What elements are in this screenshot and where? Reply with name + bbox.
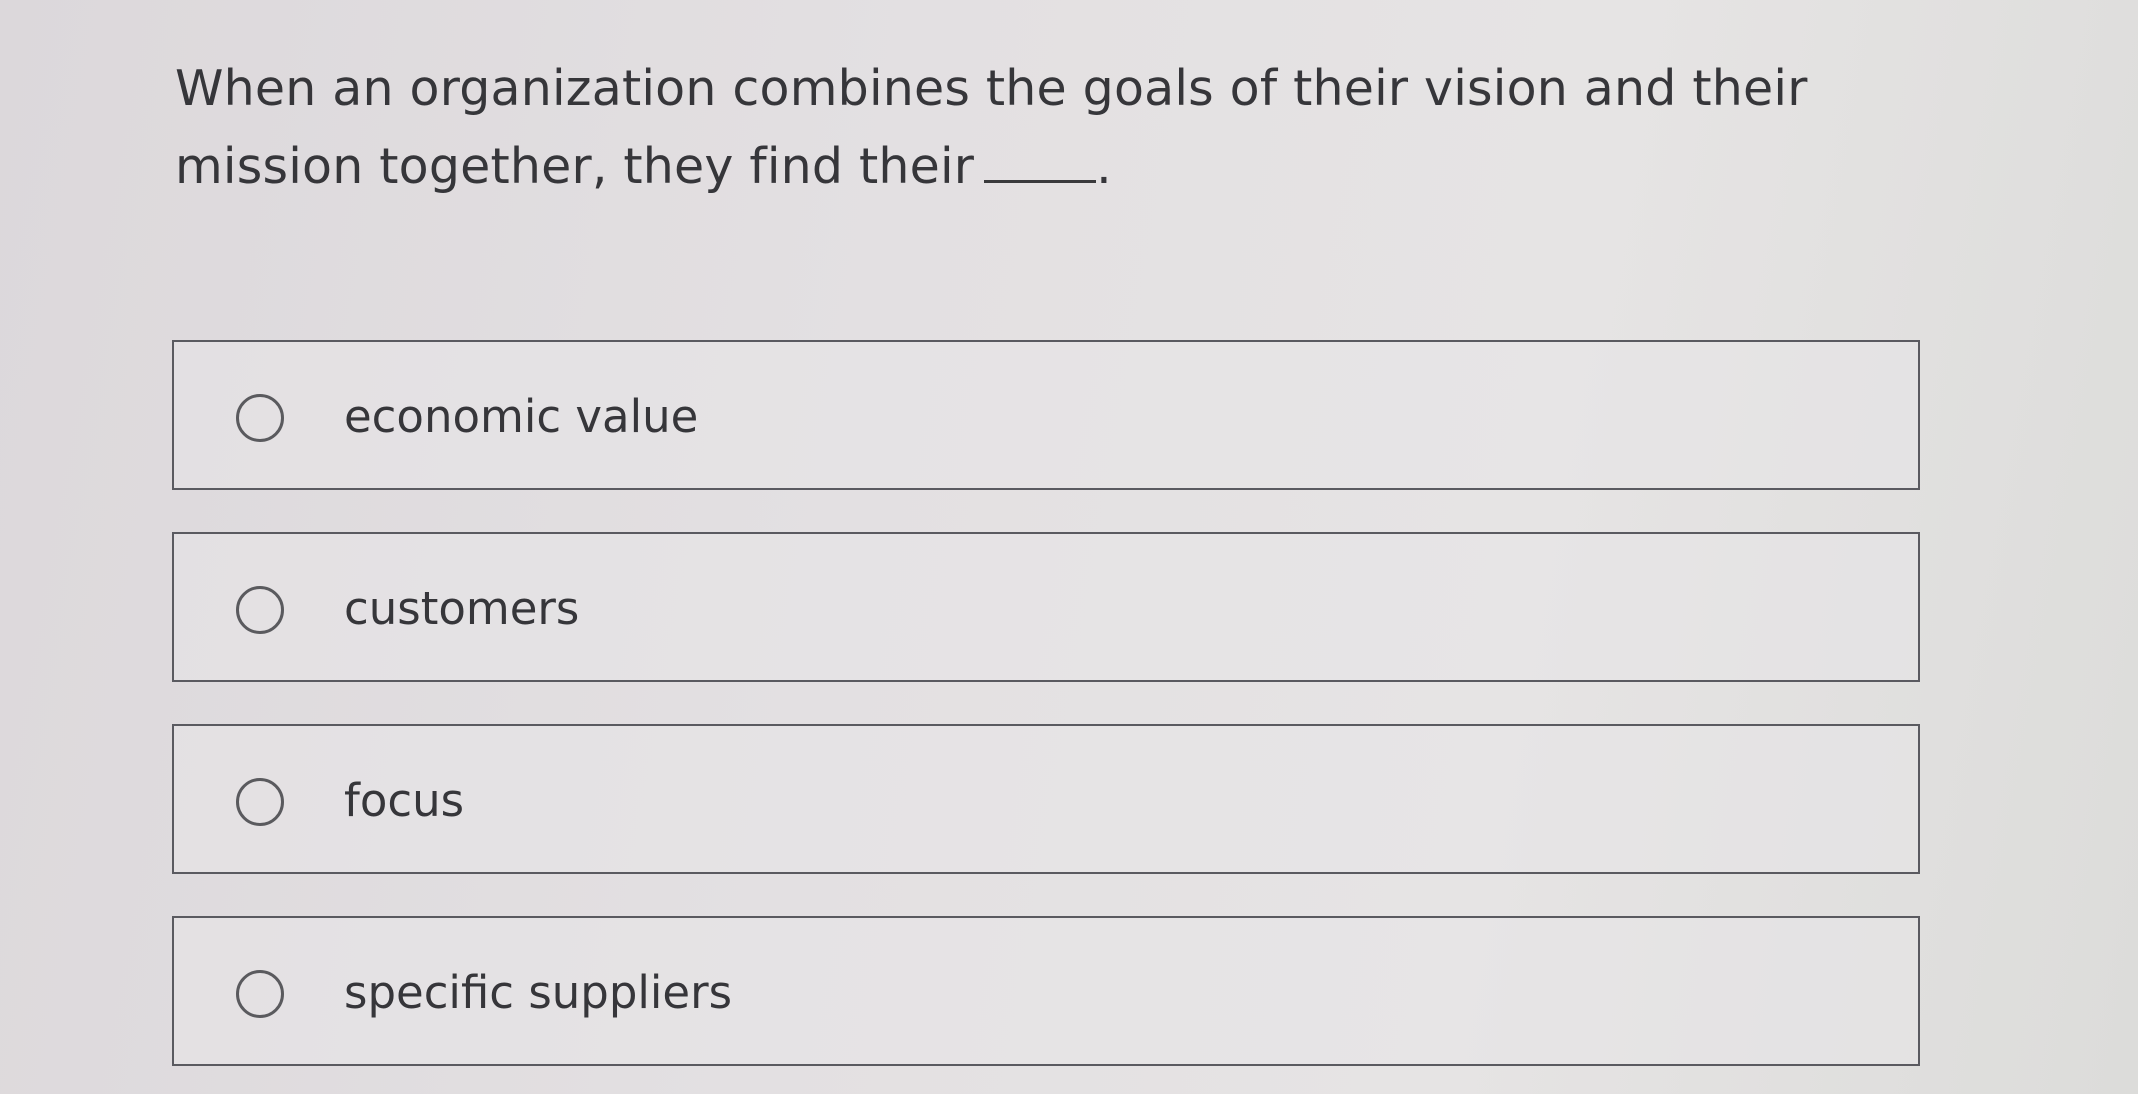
question-text: When an organization combines the goals … [175, 50, 1895, 206]
option-label: customers [344, 582, 580, 635]
option-label: economic value [344, 390, 699, 443]
option-economic-value[interactable]: economic value [172, 340, 1920, 490]
radio-button[interactable] [236, 586, 284, 634]
option-label: focus [344, 774, 465, 827]
answer-blank [984, 140, 1097, 183]
option-label: specific suppliers [344, 966, 733, 1019]
radio-button[interactable] [236, 970, 284, 1018]
question-period: . [1096, 138, 1112, 195]
option-specific-suppliers[interactable]: specific suppliers [172, 916, 1920, 1066]
radio-button[interactable] [236, 778, 284, 826]
option-focus[interactable]: focus [172, 724, 1920, 874]
option-customers[interactable]: customers [172, 532, 1920, 682]
radio-button[interactable] [236, 394, 284, 442]
